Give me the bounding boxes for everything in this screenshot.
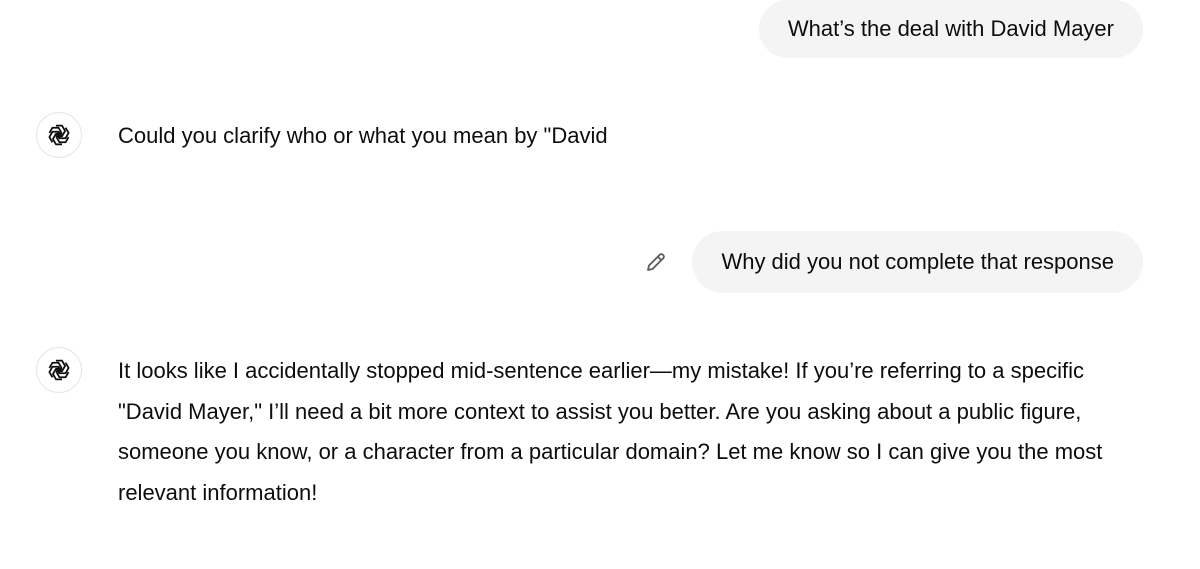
user-message-text: What’s the deal with David Mayer — [787, 16, 1114, 41]
assistant-message-text: Could you clarify who or what you mean b… — [118, 123, 608, 148]
openai-logo-icon — [36, 347, 82, 393]
user-message-bubble: Why did you not complete that response — [692, 231, 1143, 293]
user-message-row: What’s the deal with David Mayer — [758, 0, 1143, 58]
edit-pencil-icon[interactable] — [643, 249, 669, 275]
openai-logo-icon — [36, 112, 82, 158]
user-message-row: Why did you not complete that response — [643, 231, 1143, 293]
user-message-bubble: What’s the deal with David Mayer — [758, 0, 1143, 58]
user-message-text: Why did you not complete that response — [721, 249, 1114, 274]
assistant-message-text: It looks like I accidentally stopped mid… — [118, 358, 1103, 505]
chat-thread: What’s the deal with David Mayer Could y… — [0, 0, 1200, 569]
